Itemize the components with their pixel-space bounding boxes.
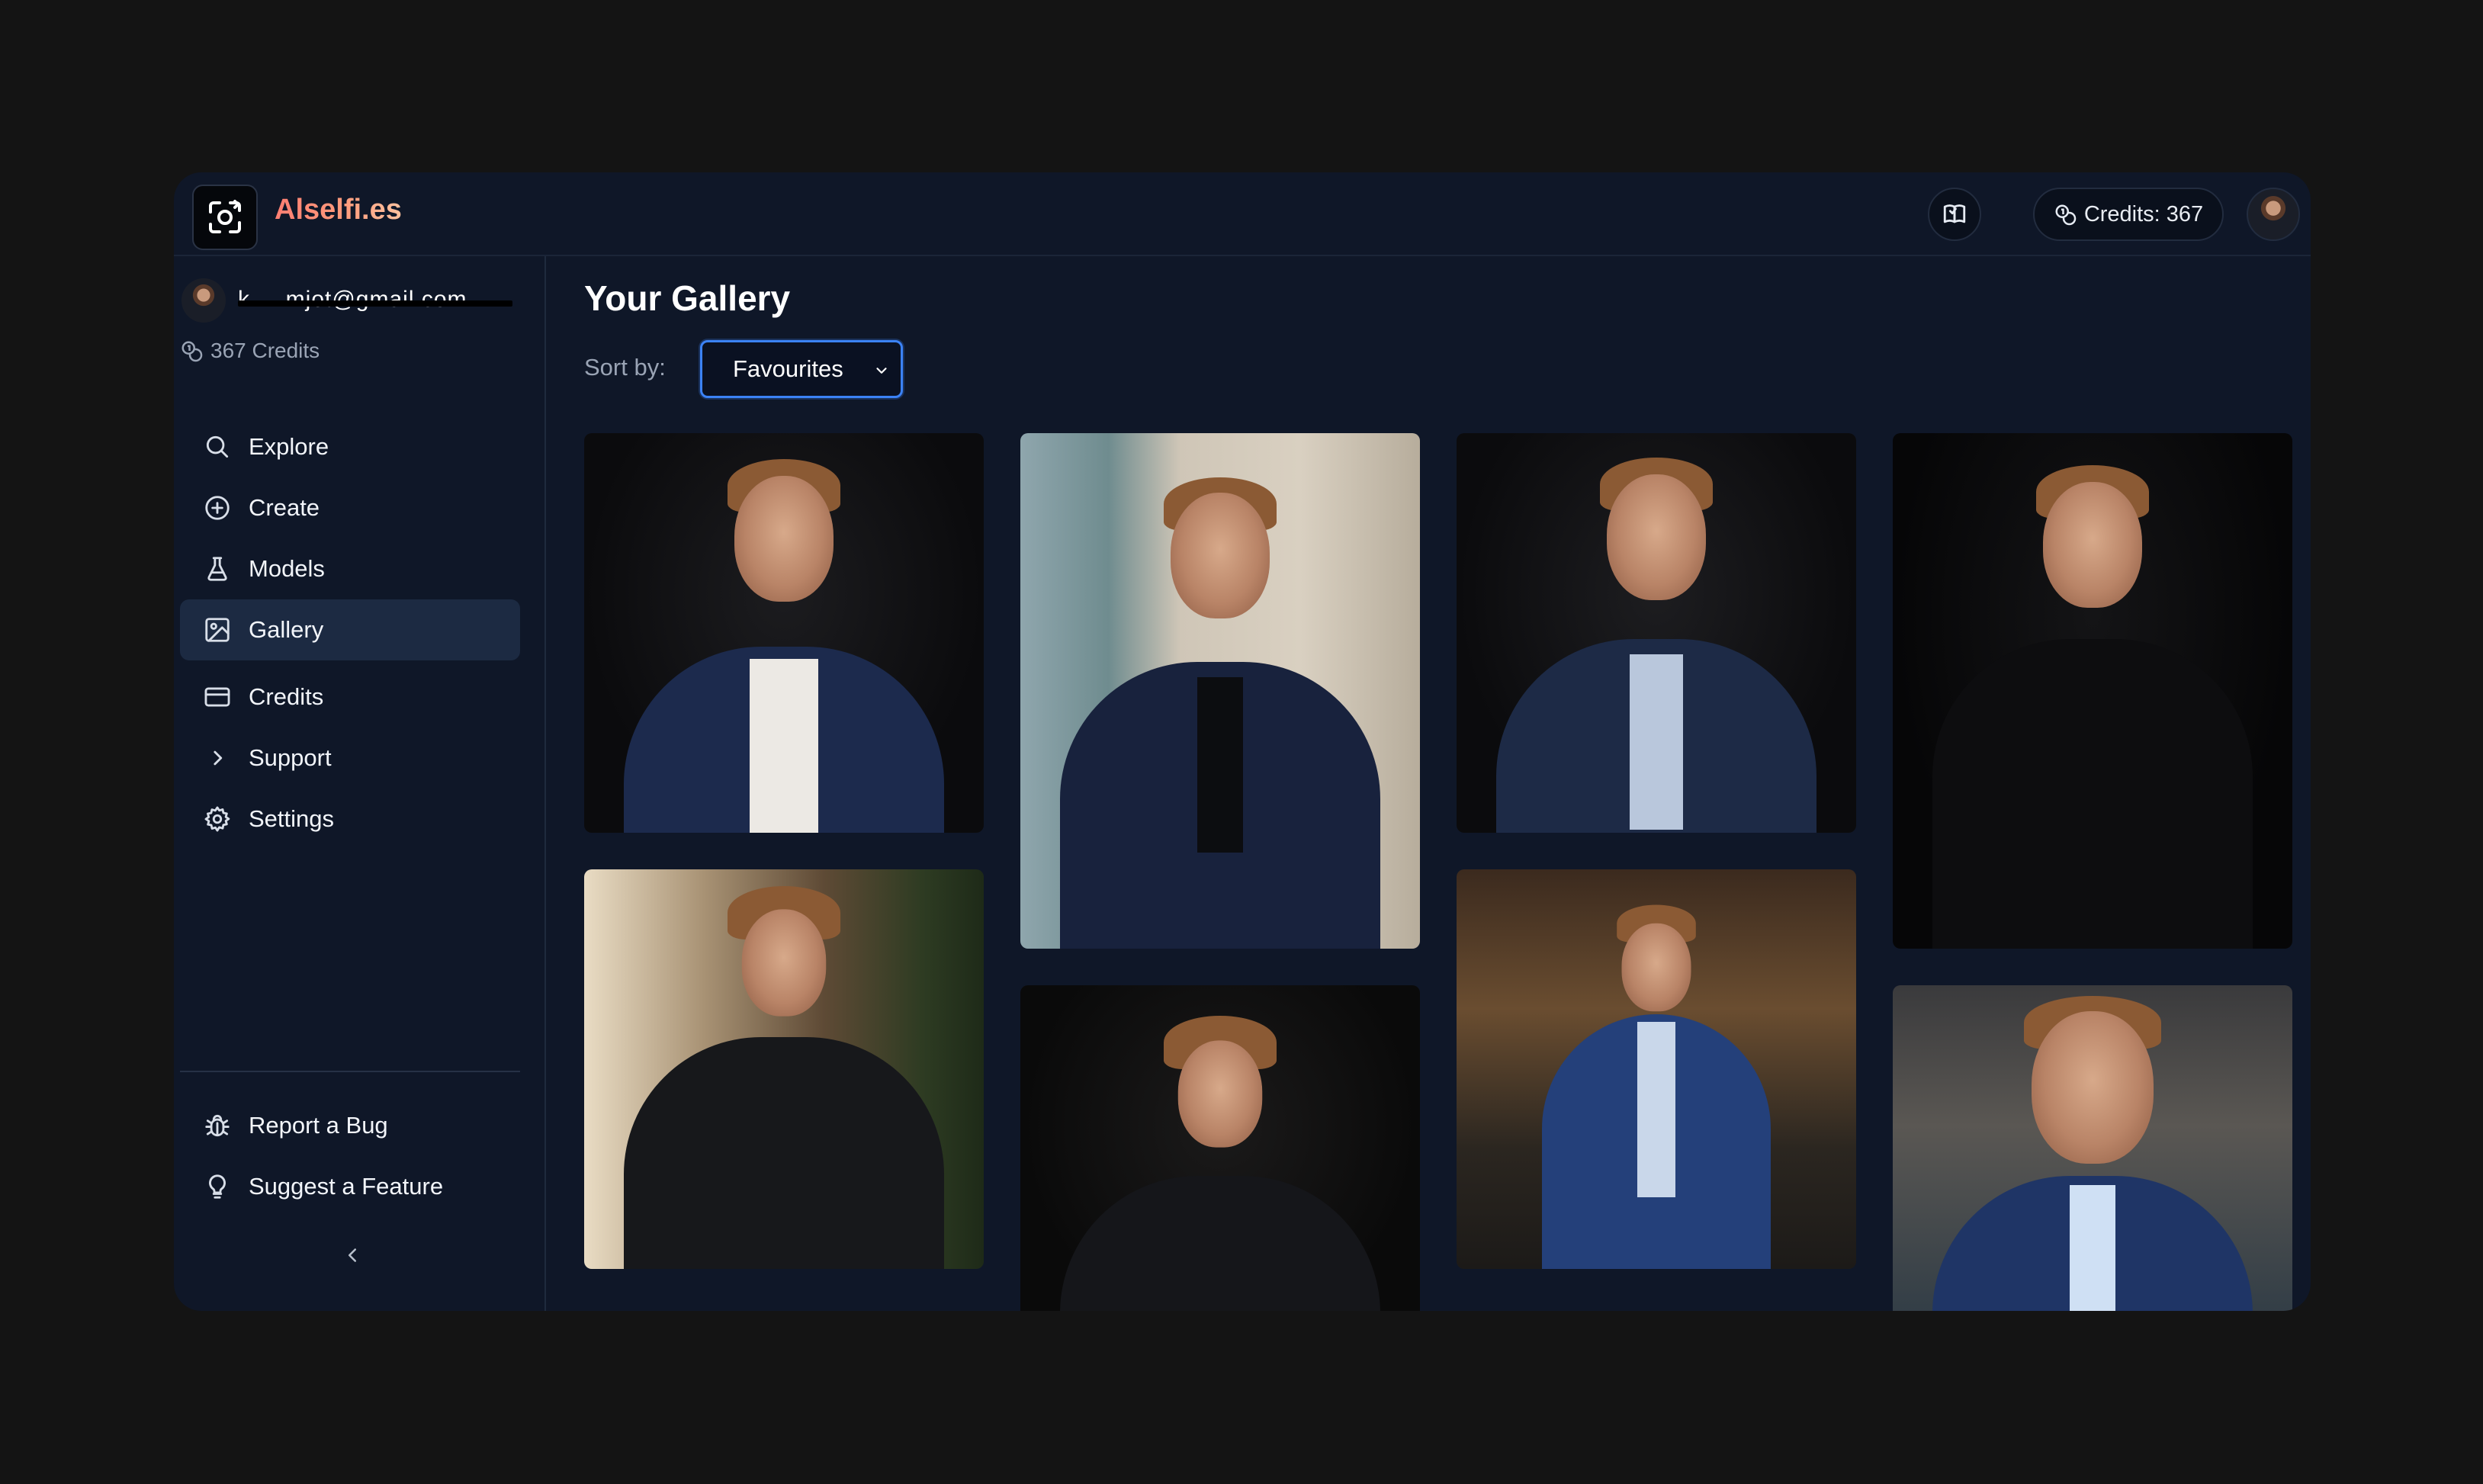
- credits-pill-label: Credits: 367: [2083, 201, 2204, 226]
- suggest-feature-label: Suggest a Feature: [249, 1173, 444, 1200]
- gallery-photo[interactable]: [1020, 433, 1420, 949]
- gallery-photo[interactable]: [584, 869, 984, 1269]
- sort-select-value: Favourites: [733, 355, 843, 382]
- sidebar-item-settings[interactable]: Settings: [180, 789, 520, 850]
- chevron-right-icon: [214, 750, 223, 766]
- bug-icon: [205, 1114, 230, 1137]
- gallery-photo[interactable]: [1457, 869, 1856, 1269]
- user-credits: 367 Credits: [180, 339, 320, 363]
- lightbulb-icon: [209, 1174, 226, 1199]
- sidebar-item-label: Credits: [249, 683, 324, 710]
- sidebar-item-label: Create: [249, 494, 320, 521]
- sidebar-item-gallery[interactable]: Gallery: [180, 599, 520, 660]
- suggest-feature-link[interactable]: Suggest a Feature: [180, 1156, 520, 1217]
- sidebar-item-support[interactable]: Support: [180, 728, 520, 789]
- sidebar-item-credits[interactable]: Credits: [180, 667, 520, 728]
- sidebar: k.....mjot@gmail.com 367 Credits Explore…: [174, 256, 546, 1311]
- chevron-down-icon: [876, 368, 887, 374]
- book-button[interactable]: [1928, 188, 1981, 241]
- top-bar: Alselfi.es Credits: 367: [174, 172, 2311, 256]
- sidebar-item-models[interactable]: Models: [180, 538, 520, 599]
- app-window: Alselfi.es Credits: 367 k.....mjot@gmail…: [174, 172, 2311, 1311]
- flask-icon: [207, 557, 227, 581]
- report-bug-link[interactable]: Report a Bug: [180, 1095, 520, 1156]
- gallery-photo[interactable]: [584, 433, 984, 833]
- sidebar-divider: [180, 1071, 520, 1072]
- coins-icon: [2055, 204, 2077, 226]
- user-avatar: [181, 278, 226, 323]
- sidebar-item-explore[interactable]: Explore: [180, 416, 520, 477]
- main-content: Your Gallery Sort by: Favourites: [548, 256, 2311, 1311]
- avatar[interactable]: [2247, 188, 2300, 241]
- sidebar-item-label: Explore: [249, 433, 329, 460]
- gallery-photo[interactable]: [1893, 433, 2292, 949]
- redaction-bar: [238, 300, 512, 307]
- search-icon: [206, 435, 229, 458]
- sort-select[interactable]: Favourites: [700, 340, 903, 398]
- gallery-photo[interactable]: [1893, 985, 2292, 1311]
- gallery-photo[interactable]: [1457, 433, 1856, 833]
- gear-icon: [204, 806, 230, 832]
- logo-icon[interactable]: [192, 185, 258, 250]
- coins-icon: [181, 341, 203, 362]
- gallery-photo[interactable]: [1020, 985, 1420, 1311]
- user-profile[interactable]: k.....mjot@gmail.com: [181, 278, 512, 323]
- sort-label: Sort by:: [584, 354, 666, 381]
- sidebar-item-label: Settings: [249, 805, 335, 832]
- collapse-sidebar-button[interactable]: [337, 1240, 368, 1270]
- report-bug-label: Report a Bug: [249, 1112, 388, 1139]
- credits-pill[interactable]: Credits: 367: [2033, 188, 2224, 241]
- sidebar-item-create[interactable]: Create: [180, 477, 520, 538]
- sidebar-nav: Explore Create Models Gallery Credits Su…: [180, 416, 520, 850]
- image-icon: [205, 618, 230, 642]
- sidebar-secondary-nav: Report a Bug Suggest a Feature: [180, 1095, 520, 1217]
- sidebar-item-label: Support: [249, 744, 332, 771]
- credit-card-icon: [204, 687, 230, 707]
- page-title: Your Gallery: [584, 278, 791, 318]
- sidebar-item-label: Models: [249, 555, 325, 582]
- book-icon: [1943, 204, 1966, 223]
- user-email: k.....mjot@gmail.com: [238, 285, 512, 316]
- sidebar-item-label: Gallery: [249, 616, 324, 643]
- chevron-left-icon: [349, 1248, 356, 1262]
- plus-circle-icon: [205, 496, 230, 520]
- brand-name[interactable]: Alselfi.es: [275, 194, 402, 226]
